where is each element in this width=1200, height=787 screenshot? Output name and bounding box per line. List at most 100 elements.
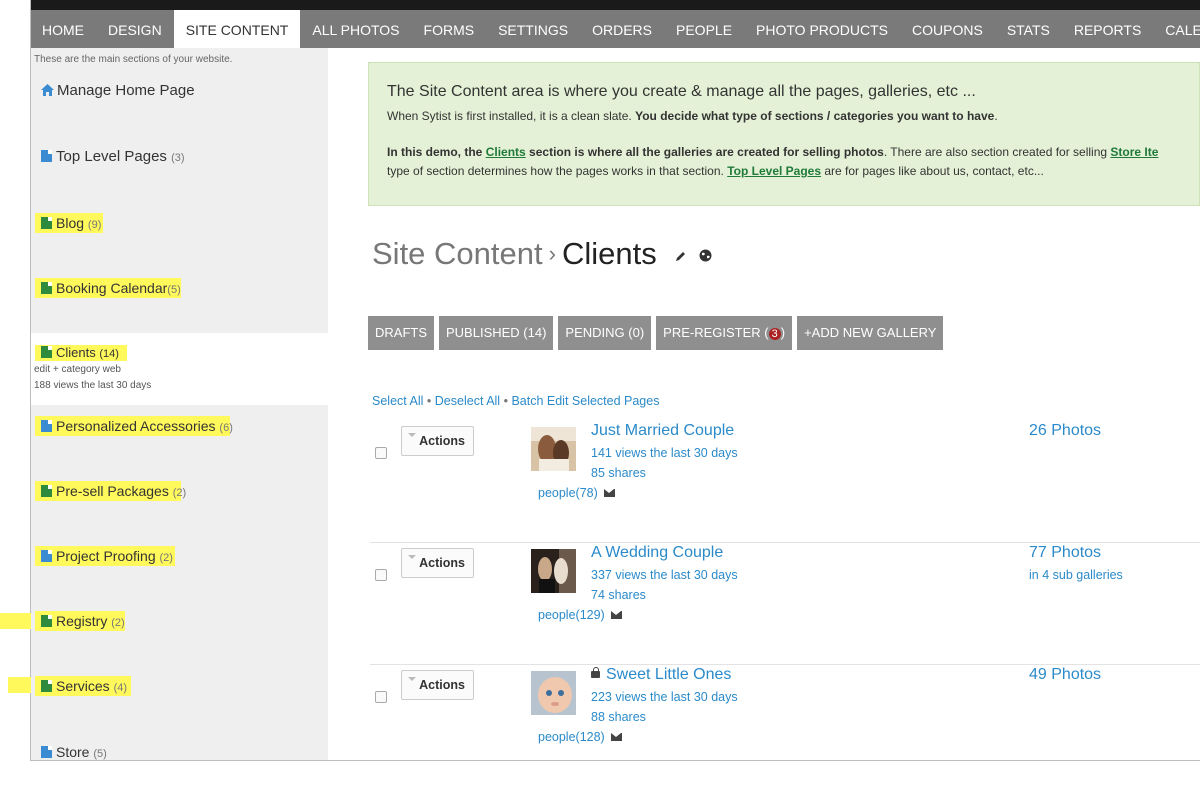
lock-icon — [591, 667, 600, 678]
folder-icon — [41, 282, 52, 294]
gallery-photo-count[interactable]: 49 Photos — [1029, 666, 1101, 684]
gallery-thumbnail[interactable] — [531, 427, 576, 471]
actions-button[interactable]: Actions — [401, 426, 474, 456]
gallery-title[interactable]: Sweet Little Ones — [591, 666, 731, 684]
sidebar-note: These are the main sections of your webs… — [34, 54, 233, 65]
sidebar-item-clients[interactable]: Clients (14) — [41, 345, 119, 360]
sidebar-item-store[interactable]: Store (5) — [41, 744, 107, 760]
info-heading: The Site Content area is where you creat… — [387, 83, 976, 100]
sidebar-item-count: (5) — [93, 748, 107, 760]
sidebar-item-pre-sell-packages[interactable]: Pre-sell Packages (2) — [41, 483, 186, 499]
gallery-photo-count[interactable]: 26 Photos — [1029, 422, 1101, 440]
sidebar-item-label: Personalized Accessories — [56, 418, 216, 434]
sidebar-item-links[interactable]: edit + category web — [34, 364, 121, 375]
tab-published[interactable]: PUBLISHED (14) — [439, 316, 554, 350]
add-new-gallery-button[interactable]: +ADD NEW GALLERY — [797, 316, 944, 350]
info-bold-text: section is where all the galleries are c… — [529, 145, 884, 159]
info-bold-text: You decide what type of sections / categ… — [635, 109, 995, 123]
status-badge: 3 — [768, 328, 781, 340]
tab-pending[interactable]: PENDING (0) — [558, 316, 652, 350]
sidebar-item-count: (9) — [87, 219, 102, 231]
gallery-shares[interactable]: 88 shares — [591, 710, 646, 724]
gallery-views[interactable]: 337 views the last 30 days — [591, 568, 738, 582]
sidebar-item-count: (3) — [171, 152, 185, 164]
actions-button[interactable]: Actions — [401, 548, 474, 578]
gallery-row: Actions A Wedding Couple 337 views the l… — [370, 544, 1200, 665]
sidebar-item-count: (2) — [172, 487, 187, 499]
info-bold-text: In this demo, the — [387, 145, 483, 159]
mail-icon[interactable] — [610, 611, 622, 619]
mail-icon[interactable] — [610, 733, 622, 741]
tab-label: +ADD NEW GALLERY — [804, 325, 937, 340]
gallery-title-text[interactable]: Sweet Little Ones — [606, 666, 731, 683]
folder-icon — [41, 346, 52, 358]
sidebar-item-label: Services — [56, 678, 110, 694]
folder-icon — [41, 680, 52, 692]
row-checkbox[interactable] — [375, 447, 387, 459]
batch-edit-link[interactable]: Batch Edit Selected Pages — [511, 394, 659, 408]
gallery-thumbnail[interactable] — [531, 549, 576, 593]
info-paragraph: When Sytist is first installed, it is a … — [387, 109, 1181, 123]
people-link[interactable]: people(128) — [538, 730, 605, 744]
tab-drafts[interactable]: DRAFTS — [368, 316, 434, 350]
sidebar-item-project-proofing[interactable]: Project Proofing (2) — [41, 548, 173, 564]
pencil-icon[interactable] — [675, 249, 687, 265]
deselect-all-link[interactable]: Deselect All — [435, 394, 500, 408]
page-icon — [41, 150, 52, 162]
home-icon — [41, 83, 54, 96]
tab-label: PRE-REGISTER ( — [663, 325, 769, 340]
gallery-people[interactable]: people(128) — [538, 730, 622, 744]
highlight-mark — [8, 677, 31, 693]
sidebar-item-count: (14) — [99, 348, 119, 360]
top-level-pages-link[interactable]: Top Level Pages — [727, 164, 821, 178]
gallery-shares[interactable]: 85 shares — [591, 466, 646, 480]
select-all-link[interactable]: Select All — [372, 394, 423, 408]
row-checkbox[interactable] — [375, 569, 387, 581]
info-text: . There are also section created for sel… — [883, 145, 1108, 159]
page-title: Site Content › Clients — [372, 236, 712, 272]
gallery-title[interactable]: A Wedding Couple — [591, 544, 723, 562]
breadcrumb-current: Clients — [561, 236, 657, 271]
globe-icon[interactable] — [699, 249, 712, 265]
sidebar-item-personalized-accessories[interactable]: Personalized Accessories (6) — [41, 418, 233, 434]
gallery-views[interactable]: 223 views the last 30 days — [591, 690, 738, 704]
gallery-sub-galleries[interactable]: in 4 sub galleries — [1029, 568, 1123, 582]
clients-link[interactable]: Clients — [486, 145, 526, 159]
info-box: The Site Content area is where you creat… — [368, 62, 1200, 206]
sidebar-item-booking-calendar[interactable]: Booking Calendar(5) — [41, 280, 181, 296]
store-items-link[interactable]: Store Ite — [1110, 145, 1158, 159]
row-checkbox[interactable] — [375, 691, 387, 703]
breadcrumb-separator: › — [548, 241, 556, 266]
gallery-tabs: DRAFTS PUBLISHED (14) PENDING (0) PRE-RE… — [368, 316, 944, 350]
sidebar-item-blog[interactable]: Blog (9) — [41, 215, 101, 231]
gallery-people[interactable]: people(78) — [538, 486, 615, 500]
gallery-title[interactable]: Just Married Couple — [591, 422, 734, 440]
people-link[interactable]: people(78) — [538, 486, 598, 500]
gallery-row: Actions Just Married Couple 141 views th… — [370, 422, 1200, 543]
sidebar-item-label: Store — [56, 744, 90, 760]
sidebar-item-top-level-pages[interactable]: Top Level Pages (3) — [41, 148, 185, 165]
gallery-views[interactable]: 141 views the last 30 days — [591, 446, 738, 460]
breadcrumb-root[interactable]: Site Content — [372, 236, 543, 271]
gallery-people[interactable]: people(129) — [538, 608, 622, 622]
people-link[interactable]: people(129) — [538, 608, 605, 622]
sidebar-item-count: (2) — [159, 552, 173, 564]
actions-button[interactable]: Actions — [401, 670, 474, 700]
folder-icon — [41, 217, 52, 229]
sidebar-item-services[interactable]: Services (4) — [41, 678, 127, 694]
sidebar-item-manage-home[interactable]: Manage Home Page — [41, 82, 195, 99]
gallery-thumbnail[interactable] — [531, 671, 576, 715]
gallery-row: Actions Sweet Little Ones 223 views the … — [370, 666, 1200, 787]
title-tools — [675, 249, 712, 265]
separator-dot: • — [503, 394, 508, 408]
batch-controls: Select All • Deselect All • Batch Edit S… — [372, 394, 659, 408]
gallery-shares[interactable]: 74 shares — [591, 588, 646, 602]
gallery-photo-count[interactable]: 77 Photos — [1029, 544, 1101, 562]
page-icon — [41, 550, 52, 562]
separator-dot: • — [426, 394, 432, 408]
tab-pre-register[interactable]: PRE-REGISTER (3) — [656, 316, 793, 350]
mail-icon[interactable] — [603, 489, 615, 497]
sidebar-selected-row: Clients (14) edit + category web 188 vie… — [31, 333, 328, 405]
sidebar-item-registry[interactable]: Registry (2) — [41, 613, 125, 629]
sidebar-item-label: Project Proofing — [56, 548, 156, 564]
